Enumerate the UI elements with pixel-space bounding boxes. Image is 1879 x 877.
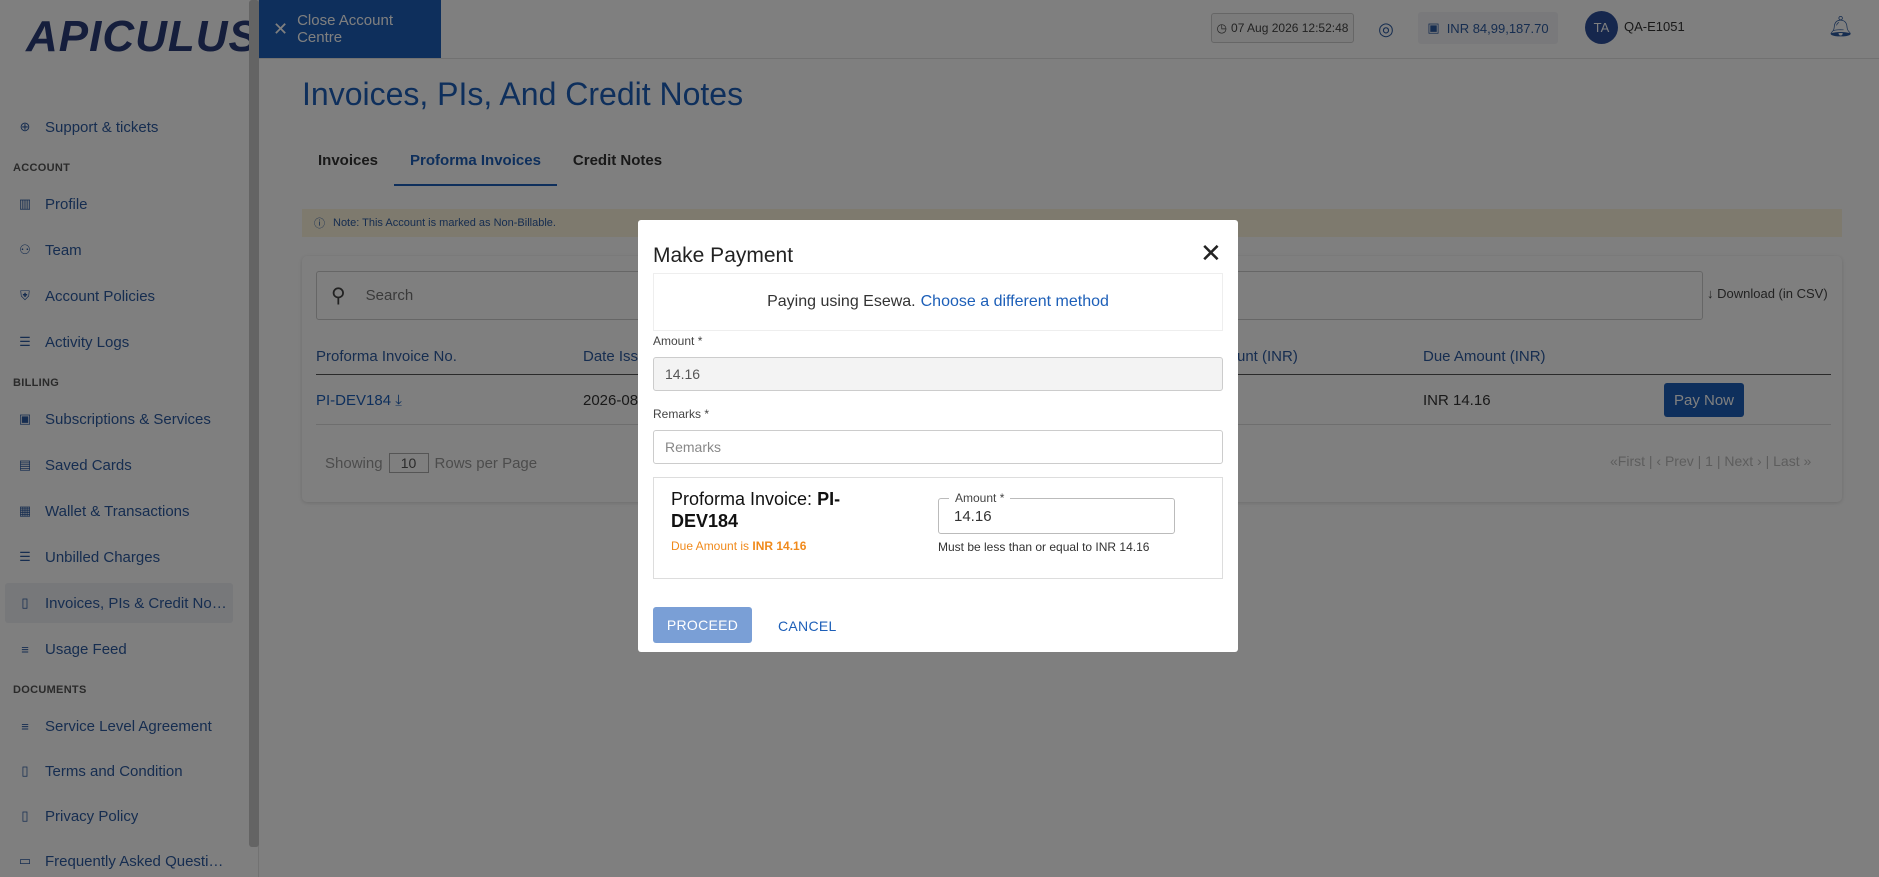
pi-amount-hint: Must be less than or equal to INR 14.16 [938,540,1150,554]
choose-method-link[interactable]: Choose a different method [921,293,1109,311]
due-amount-text: Due Amount is INR 14.16 [671,539,807,553]
proceed-button[interactable]: PROCEED [653,607,752,643]
pi-amount-label: Amount * [949,491,1011,505]
cancel-button[interactable]: CANCEL [778,618,837,634]
amount-label: Amount * [653,334,703,348]
dialog-title: Make Payment [653,244,794,267]
pi-heading: Proforma Invoice: PI-DEV184 [671,489,841,531]
close-icon[interactable]: ✕ [1200,240,1222,266]
remarks-field[interactable]: Remarks [653,430,1223,464]
pi-amount-field[interactable]: Amount * 14.16 [938,491,1175,534]
payment-method-banner: Paying using Esewa. Choose a different m… [653,273,1223,331]
amount-field[interactable]: 14.16 [653,357,1223,391]
make-payment-dialog: Make Payment ✕ Paying using Esewa. Choos… [638,220,1238,652]
remarks-label: Remarks * [653,407,710,421]
proforma-invoice-allocation: Proforma Invoice: PI-DEV184 Due Amount i… [653,477,1223,579]
